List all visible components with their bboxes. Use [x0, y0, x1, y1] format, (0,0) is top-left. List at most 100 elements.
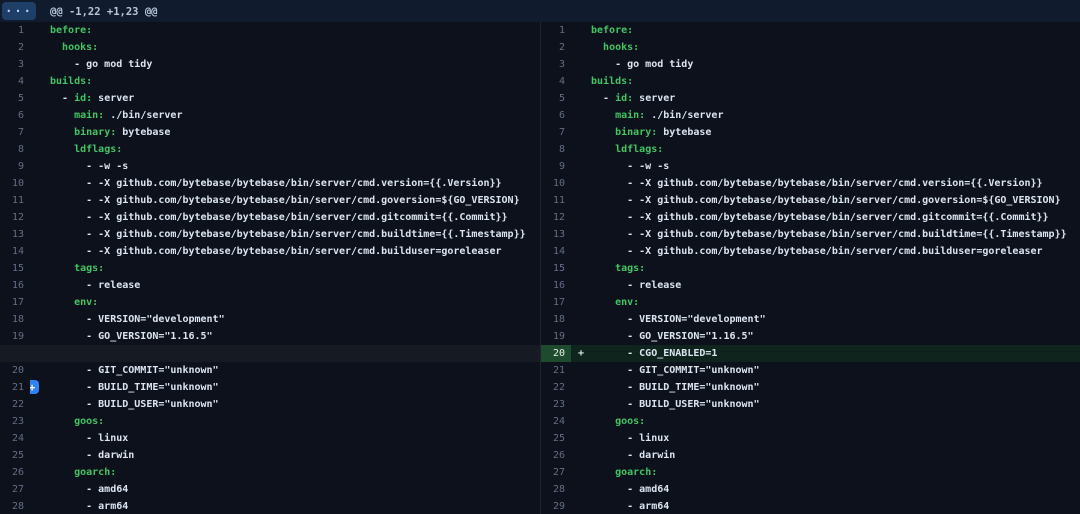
right-diff-row: 1before: — [541, 22, 1080, 39]
code-line: - GIT_COMMIT="unknown" — [571, 362, 1080, 379]
line-number[interactable]: 16 — [541, 277, 571, 294]
line-number[interactable]: 7 — [541, 124, 571, 141]
line-number[interactable]: 26 — [0, 464, 30, 481]
left-diff-row: 22 - BUILD_USER="unknown" — [0, 396, 540, 413]
code-line: - -X github.com/bytebase/bytebase/bin/se… — [571, 192, 1080, 209]
line-number[interactable]: 22 — [541, 379, 571, 396]
line-number[interactable]: 14 — [541, 243, 571, 260]
line-number[interactable]: 10 — [0, 175, 30, 192]
right-diff-row: 11 - -X github.com/bytebase/bytebase/bin… — [541, 192, 1080, 209]
line-number[interactable]: 3 — [0, 56, 30, 73]
line-number[interactable]: 11 — [541, 192, 571, 209]
code-line: - darwin — [571, 447, 1080, 464]
left-diff-row: 11 - -X github.com/bytebase/bytebase/bin… — [0, 192, 540, 209]
left-diff-row: 20 - GIT_COMMIT="unknown" — [0, 362, 540, 379]
code-text: server — [633, 93, 675, 104]
line-number[interactable]: 27 — [541, 464, 571, 481]
line-number[interactable]: 18 — [541, 311, 571, 328]
line-number[interactable]: 21 — [541, 362, 571, 379]
line-number[interactable]: 8 — [0, 141, 30, 158]
code-text: - -w -s — [591, 161, 669, 172]
line-number[interactable]: 3 — [541, 56, 571, 73]
line-number[interactable]: 28 — [0, 498, 30, 514]
line-number[interactable]: 19 — [0, 328, 30, 345]
left-diff-row: 1before: — [0, 22, 540, 39]
line-number[interactable]: 11 — [0, 192, 30, 209]
line-number[interactable]: 10 — [541, 175, 571, 192]
yaml-key: goos: — [74, 416, 104, 427]
line-number[interactable]: 27 — [0, 481, 30, 498]
line-number[interactable]: 4 — [541, 73, 571, 90]
line-number[interactable]: 18 — [0, 311, 30, 328]
line-number[interactable]: 5 — [0, 90, 30, 107]
code-line: ldflags: — [30, 141, 540, 158]
line-number[interactable]: 4 — [0, 73, 30, 90]
line-number[interactable]: 2 — [541, 39, 571, 56]
left-diff-row: 18 - VERSION="development" — [0, 311, 540, 328]
code-text: - darwin — [591, 450, 675, 461]
line-number[interactable]: 16 — [0, 277, 30, 294]
line-number[interactable]: 23 — [541, 396, 571, 413]
line-number[interactable]: 29 — [541, 498, 571, 514]
right-diff-row: 29 - arm64 — [541, 498, 1080, 514]
line-number[interactable]: 22 — [0, 396, 30, 413]
line-number[interactable]: 19 — [541, 328, 571, 345]
line-number[interactable]: 14 — [0, 243, 30, 260]
code-text: - -X github.com/bytebase/bytebase/bin/se… — [591, 229, 1067, 240]
yaml-key: tags: — [74, 263, 104, 274]
line-number[interactable]: 6 — [0, 107, 30, 124]
left-diff-row: 10 - -X github.com/bytebase/bytebase/bin… — [0, 175, 540, 192]
expand-hunk-button[interactable]: ··· — [2, 2, 36, 20]
line-number[interactable]: 25 — [541, 430, 571, 447]
line-number[interactable]: 15 — [541, 260, 571, 277]
code-text — [591, 110, 615, 121]
code-text: ./bin/server — [104, 110, 182, 121]
code-text: bytebase — [116, 127, 170, 138]
code-text: - BUILD_USER="unknown" — [591, 399, 760, 410]
line-number[interactable]: 28 — [541, 481, 571, 498]
line-number[interactable]: 7 — [0, 124, 30, 141]
left-diff-row: 12 - -X github.com/bytebase/bytebase/bin… — [0, 209, 540, 226]
code-text: - -X github.com/bytebase/bytebase/bin/se… — [50, 246, 502, 257]
line-number[interactable]: 2 — [0, 39, 30, 56]
right-diff-row: 20+ - CGO_ENABLED=1 — [541, 345, 1080, 362]
code-text: - -X github.com/bytebase/bytebase/bin/se… — [591, 246, 1043, 257]
line-number[interactable]: 12 — [0, 209, 30, 226]
line-number[interactable]: 13 — [541, 226, 571, 243]
line-number[interactable]: 17 — [541, 294, 571, 311]
left-diff-row: 7 binary: bytebase — [0, 124, 540, 141]
code-text — [591, 416, 615, 427]
line-number[interactable]: 17 — [0, 294, 30, 311]
line-number[interactable]: 25 — [0, 447, 30, 464]
line-number[interactable]: 20 — [0, 362, 30, 379]
left-diff-row: 9 - -w -s — [0, 158, 540, 175]
right-diff-row: 9 - -w -s — [541, 158, 1080, 175]
line-number[interactable]: 1 — [541, 22, 571, 39]
line-number[interactable]: 13 — [0, 226, 30, 243]
code-line: - BUILD_TIME="unknown"+ — [30, 379, 540, 396]
code-line: - -X github.com/bytebase/bytebase/bin/se… — [30, 192, 540, 209]
line-number[interactable]: 5 — [541, 90, 571, 107]
code-line: - arm64 — [571, 498, 1080, 514]
code-line: - BUILD_TIME="unknown" — [571, 379, 1080, 396]
line-number[interactable]: 12 — [541, 209, 571, 226]
line-number[interactable]: 23 — [0, 413, 30, 430]
yaml-key: builds: — [50, 76, 92, 87]
line-number[interactable]: 21 — [0, 379, 30, 396]
line-number[interactable]: 24 — [0, 430, 30, 447]
left-diff-row: 2 hooks: — [0, 39, 540, 56]
line-number[interactable]: 26 — [541, 447, 571, 464]
hunk-header-row: ··· @@ -1,22 +1,23 @@ — [0, 0, 1080, 22]
code-text — [591, 127, 615, 138]
line-number[interactable]: 6 — [541, 107, 571, 124]
line-number[interactable]: 15 — [0, 260, 30, 277]
line-number[interactable]: 1 — [0, 22, 30, 39]
line-number[interactable]: 9 — [541, 158, 571, 175]
code-line: - -X github.com/bytebase/bytebase/bin/se… — [571, 209, 1080, 226]
line-number[interactable]: 9 — [0, 158, 30, 175]
line-number[interactable]: 24 — [541, 413, 571, 430]
code-line: goos: — [30, 413, 540, 430]
line-number[interactable]: 8 — [541, 141, 571, 158]
line-number[interactable]: 20 — [541, 345, 571, 362]
add-comment-button[interactable]: + — [30, 380, 39, 394]
